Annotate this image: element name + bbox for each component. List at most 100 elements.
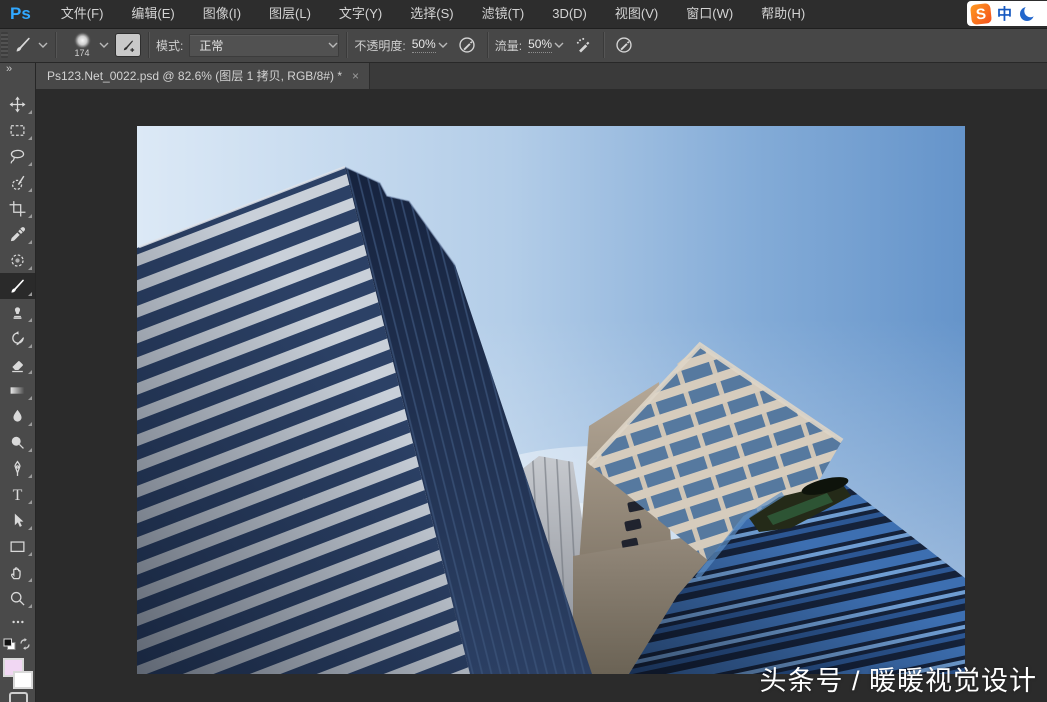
tool-hand[interactable] bbox=[0, 559, 35, 585]
flyout-corner bbox=[28, 500, 32, 504]
tool-brush[interactable] bbox=[0, 273, 35, 299]
menu-item-7[interactable]: 3D(D) bbox=[538, 0, 601, 28]
sogou-ime-icon[interactable]: S bbox=[970, 3, 992, 25]
menu-item-0[interactable]: 文件(F) bbox=[47, 0, 118, 28]
tool-clone-stamp[interactable] bbox=[0, 299, 35, 325]
mode-label: 模式: bbox=[156, 37, 183, 54]
blend-mode-value: 正常 bbox=[190, 37, 326, 54]
ime-language-indicator[interactable]: 中 bbox=[997, 3, 1012, 24]
background-color-swatch[interactable] bbox=[13, 671, 33, 689]
tool-blur[interactable] bbox=[0, 403, 35, 429]
document-tab-title: Ps123.Net_0022.psd @ 82.6% (图层 1 拷贝, RGB… bbox=[47, 67, 342, 84]
tool-crop[interactable] bbox=[0, 195, 35, 221]
tablet-pressure-smoothing-icon[interactable] bbox=[611, 32, 637, 58]
gradient-icon bbox=[9, 382, 26, 399]
flyout-corner bbox=[28, 318, 32, 322]
flyout-corner bbox=[28, 188, 32, 192]
eraser-icon bbox=[9, 356, 26, 373]
tool-quick-selection[interactable] bbox=[0, 169, 35, 195]
zoom-icon bbox=[9, 590, 26, 607]
airbrush-icon[interactable] bbox=[570, 32, 596, 58]
chevron-down-icon[interactable] bbox=[38, 41, 48, 49]
tool-lasso[interactable] bbox=[0, 143, 35, 169]
crescent-moon-icon[interactable] bbox=[1018, 5, 1036, 23]
separator bbox=[148, 32, 149, 58]
flyout-corner bbox=[28, 526, 32, 530]
flyout-corner bbox=[28, 214, 32, 218]
flyout-corner bbox=[28, 136, 32, 140]
pen-icon bbox=[9, 460, 26, 477]
chevron-down-icon[interactable] bbox=[438, 41, 448, 49]
separator bbox=[603, 32, 604, 58]
tool-gradient[interactable] bbox=[0, 377, 35, 403]
svg-text:T: T bbox=[13, 487, 23, 503]
flyout-corner bbox=[28, 266, 32, 270]
flyout-corner bbox=[28, 240, 32, 244]
flow-value[interactable]: 50% bbox=[528, 37, 552, 53]
tool-zoom[interactable] bbox=[0, 585, 35, 611]
soft-brush-thumbnail bbox=[74, 32, 91, 49]
default-colors-icon[interactable] bbox=[3, 638, 16, 651]
skyscrapers-photo bbox=[137, 126, 965, 674]
brush-tool-preset-icon[interactable] bbox=[10, 32, 36, 58]
quick-selection-icon bbox=[9, 174, 26, 191]
tab-close-icon[interactable]: × bbox=[352, 69, 359, 83]
tool-path-selection[interactable] bbox=[0, 507, 35, 533]
chevron-down-icon[interactable] bbox=[99, 41, 109, 49]
menu-item-8[interactable]: 视图(V) bbox=[601, 0, 672, 28]
brush-preset-picker[interactable]: 174 bbox=[67, 30, 109, 60]
flyout-corner bbox=[28, 552, 32, 556]
tool-rectangular-marquee[interactable] bbox=[0, 117, 35, 143]
menu-item-2[interactable]: 图像(I) bbox=[189, 0, 255, 28]
flyout-corner bbox=[28, 422, 32, 426]
menu-item-3[interactable]: 图层(L) bbox=[255, 0, 325, 28]
type-icon: T bbox=[9, 486, 26, 503]
tool-eyedropper[interactable] bbox=[0, 221, 35, 247]
menu-item-6[interactable]: 滤镜(T) bbox=[468, 0, 539, 28]
opacity-label: 不透明度: bbox=[354, 37, 405, 54]
menu-item-4[interactable]: 文字(Y) bbox=[325, 0, 396, 28]
tool-healing-brush[interactable] bbox=[0, 247, 35, 273]
flyout-corner bbox=[28, 474, 32, 478]
flow-label: 流量: bbox=[495, 37, 522, 54]
tool-dodge[interactable] bbox=[0, 429, 35, 455]
quick-mask-icon[interactable] bbox=[9, 692, 28, 702]
separator bbox=[487, 32, 488, 58]
flyout-corner bbox=[28, 344, 32, 348]
menu-item-10[interactable]: 帮助(H) bbox=[747, 0, 819, 28]
flyout-corner bbox=[28, 292, 32, 296]
tool-history-brush[interactable] bbox=[0, 325, 35, 351]
menu-item-9[interactable]: 窗口(W) bbox=[672, 0, 747, 28]
brush-panel-toggle-button[interactable] bbox=[115, 33, 141, 57]
tool-type[interactable]: T bbox=[0, 481, 35, 507]
tool-pen[interactable] bbox=[0, 455, 35, 481]
blur-icon bbox=[9, 408, 26, 425]
menu-item-1[interactable]: 编辑(E) bbox=[117, 0, 188, 28]
photoshop-logo: Ps bbox=[10, 4, 31, 24]
color-swatches bbox=[0, 658, 35, 700]
chevron-down-icon bbox=[328, 41, 338, 49]
tool-move[interactable] bbox=[0, 91, 35, 117]
canvas-image[interactable] bbox=[137, 126, 965, 674]
collapse-panel-button[interactable]: » bbox=[0, 62, 35, 86]
menu-item-5[interactable]: 选择(S) bbox=[396, 0, 467, 28]
document-tab[interactable]: Ps123.Net_0022.psd @ 82.6% (图层 1 拷贝, RGB… bbox=[35, 62, 370, 89]
tablet-pressure-opacity-icon[interactable] bbox=[454, 32, 480, 58]
brush-icon bbox=[9, 278, 26, 295]
ime-toolbar[interactable]: S 中 bbox=[967, 1, 1047, 26]
menu-items: 文件(F)编辑(E)图像(I)图层(L)文字(Y)选择(S)滤镜(T)3D(D)… bbox=[47, 0, 819, 28]
separator bbox=[55, 32, 56, 58]
blend-mode-select[interactable]: 正常 bbox=[189, 34, 339, 57]
tool-rectangle[interactable] bbox=[0, 533, 35, 559]
swap-colors-icon[interactable] bbox=[18, 637, 32, 651]
crop-icon bbox=[9, 200, 26, 217]
path-selection-icon bbox=[9, 512, 26, 529]
chevron-down-icon[interactable] bbox=[554, 41, 564, 49]
tools-panel: » T bbox=[0, 62, 36, 702]
flyout-corner bbox=[28, 578, 32, 582]
opacity-value[interactable]: 50% bbox=[412, 37, 436, 53]
hand-icon bbox=[9, 564, 26, 581]
tool-eraser[interactable] bbox=[0, 351, 35, 377]
options-grip bbox=[1, 32, 8, 58]
edit-toolbar-button[interactable] bbox=[0, 614, 35, 630]
